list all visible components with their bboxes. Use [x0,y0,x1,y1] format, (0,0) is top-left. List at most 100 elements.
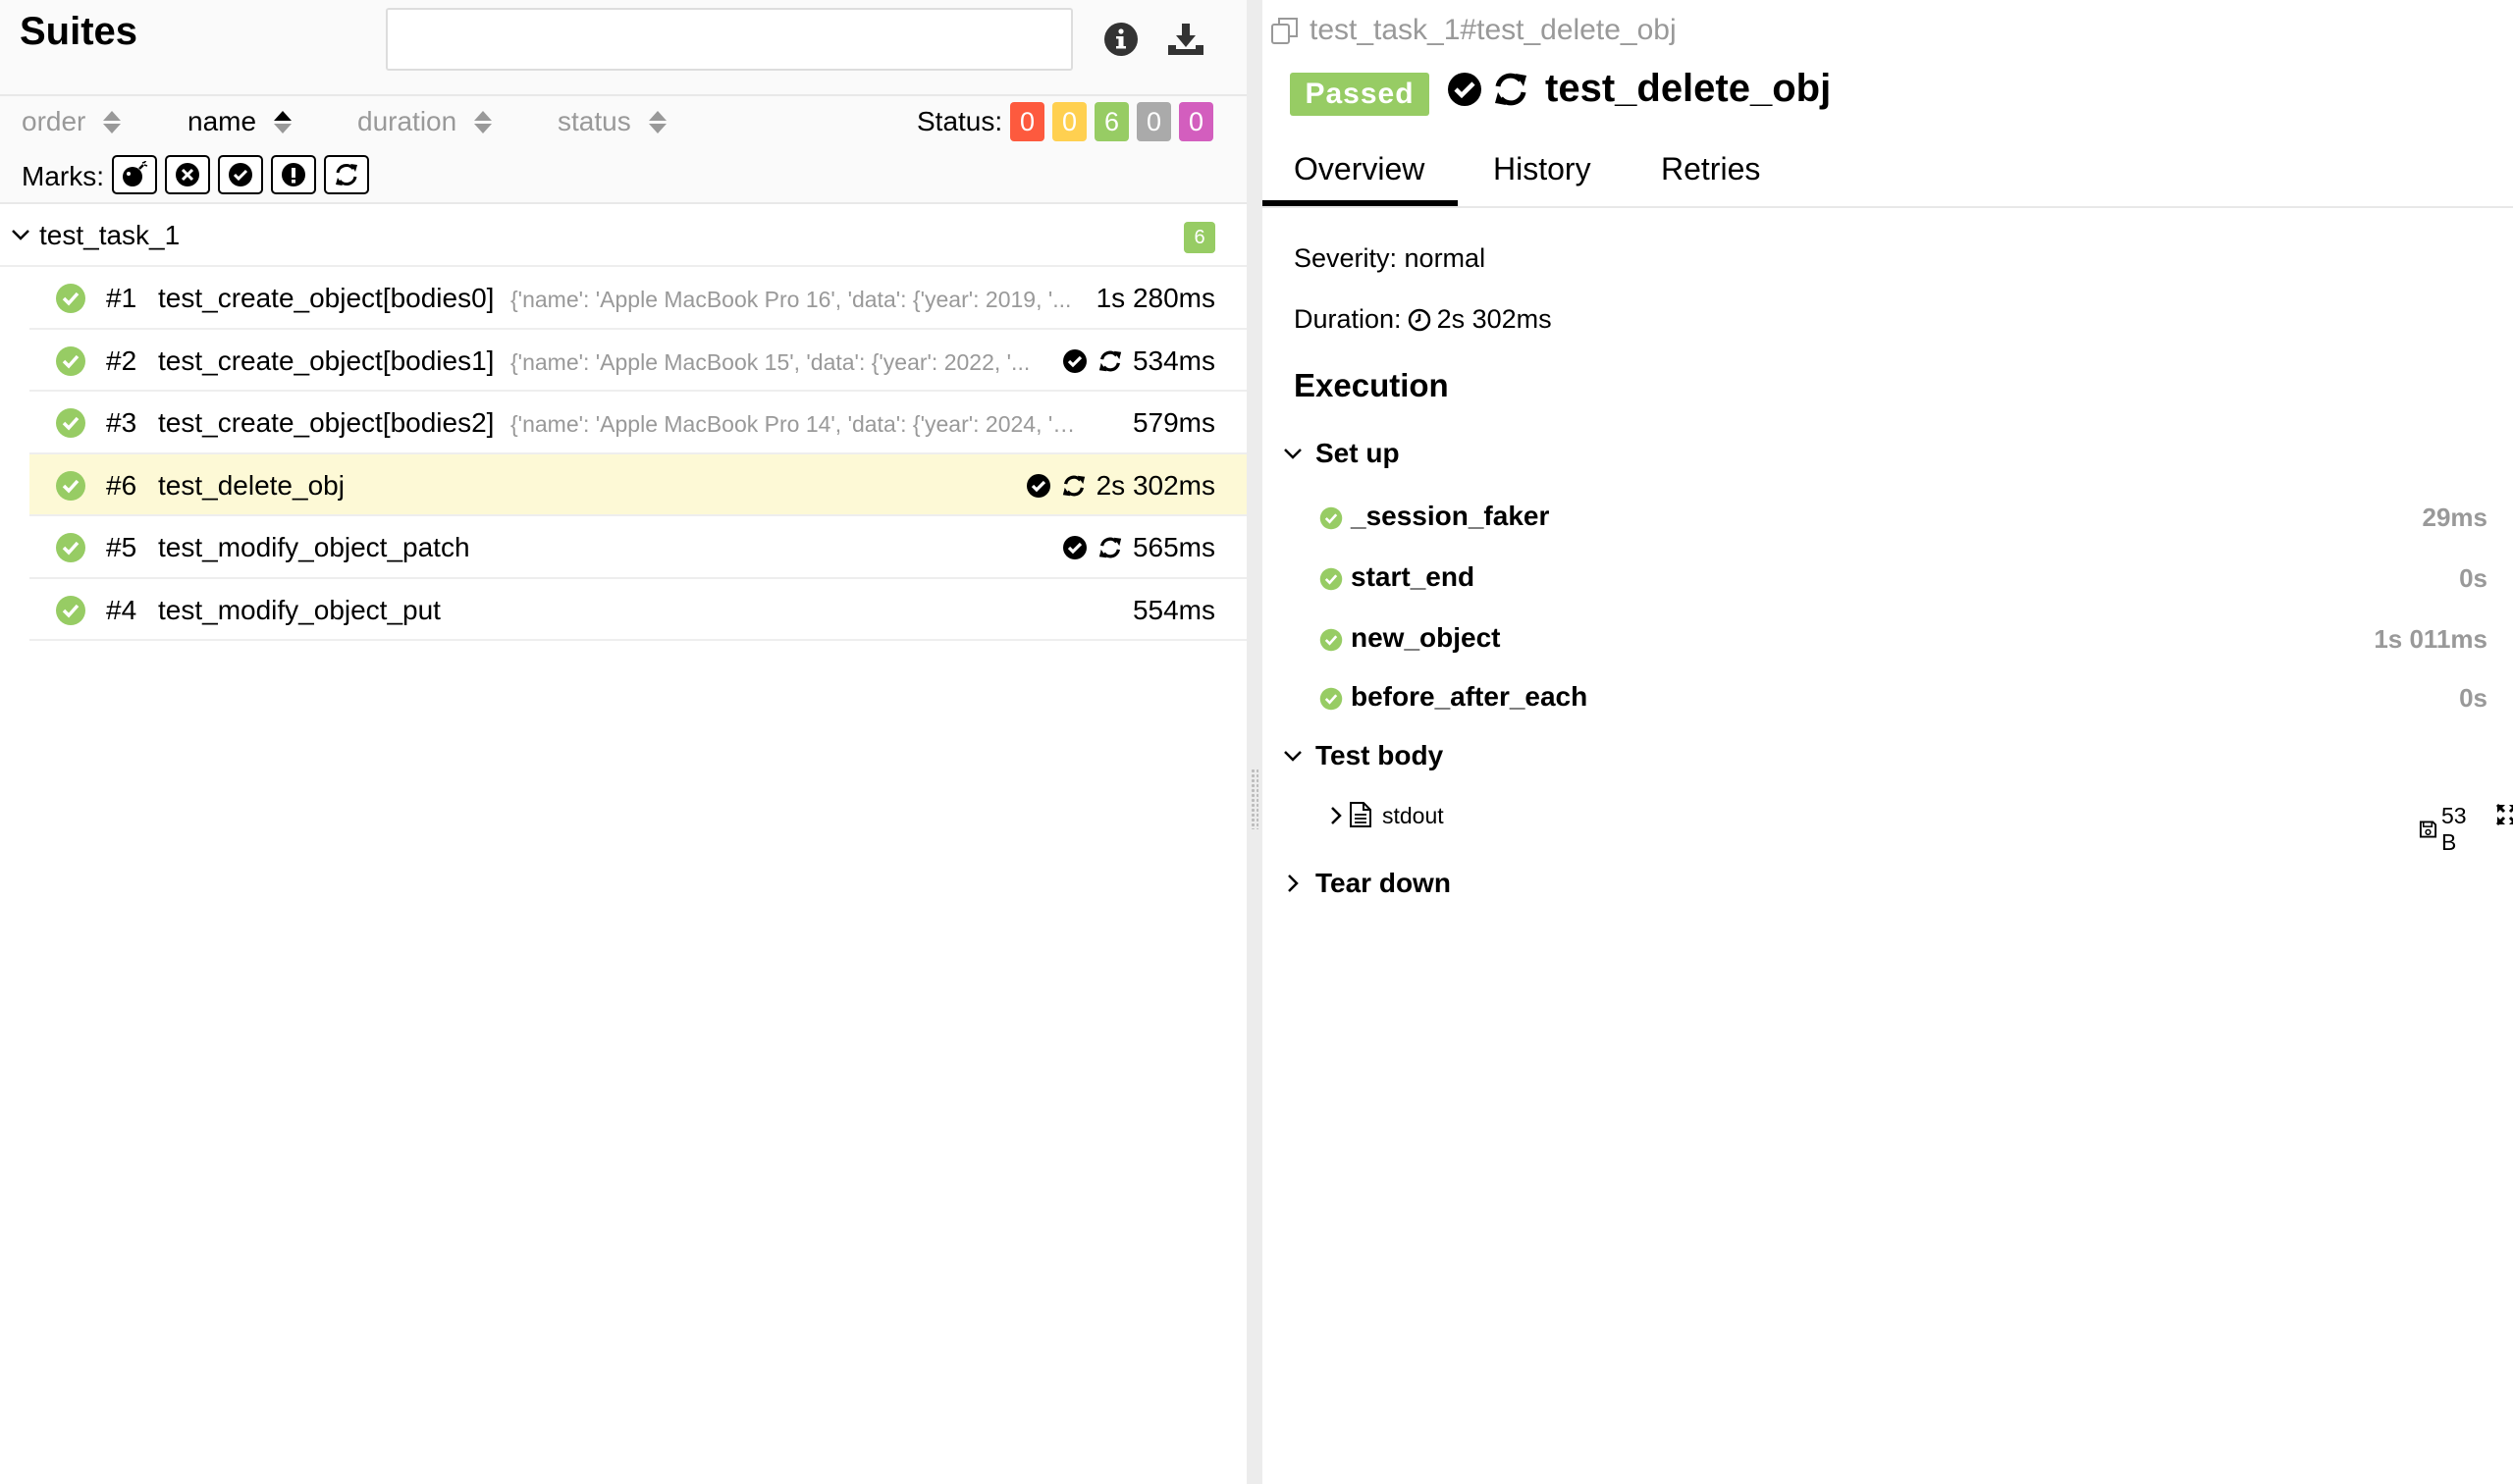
new-failed-mark-toggle[interactable] [165,155,210,194]
test-order-number: #4 [106,594,137,625]
tab-history[interactable]: History [1493,151,1591,187]
attachment-size: 53 B [2419,803,2486,856]
teardown-label: Tear down [1315,868,1451,898]
passed-mark-icon [1062,348,1088,374]
setup-section-toggle[interactable]: Set up [1282,438,1400,469]
flaky-icon [123,161,148,186]
new-failed-icon [176,163,199,186]
test-name: test_create_object[bodies2] [158,407,495,438]
testbody-section-toggle[interactable]: Test body [1282,740,1443,771]
suites-header: Suites order name duration status Status… [0,0,1247,204]
test-meta: 579ms [1133,407,1215,439]
new-passed-mark-toggle[interactable] [218,155,263,194]
expand-icon[interactable] [2495,803,2513,826]
retries-icon [1097,535,1123,560]
setup-step-row[interactable]: new_object 1s 011ms [1319,620,2487,660]
test-title-row: test_delete_obj [1447,67,1831,111]
status-skipped-toggle[interactable]: 0 [1137,102,1171,141]
status-passed-toggle[interactable]: 6 [1095,102,1129,141]
passed-mark-icon [1062,535,1088,560]
copy-icon[interactable] [1270,16,1300,45]
pane-splitter[interactable] [1247,0,1262,1484]
download-icon[interactable] [1164,18,1207,61]
test-row[interactable]: #2 test_create_object[bodies1] {'name': 'A… [29,330,1247,392]
attachment-row[interactable]: stdout 53 B [1327,797,2513,855]
test-meta: 2s 302ms [1026,470,1215,502]
sort-arrows-icon [274,110,293,133]
test-detail-pane: test_task_1#test_delete_obj Passed test_… [1261,0,2513,1484]
retries-status-change-icon [336,164,357,186]
retries-icon [1097,348,1123,374]
document-icon [1350,802,1371,827]
chevron-down-icon [12,230,29,240]
test-duration: 1s 280ms [1096,283,1215,313]
test-order-number: #2 [106,344,137,376]
breadcrumb: test_task_1#test_delete_obj [1270,14,1677,47]
status-failed-toggle[interactable]: 0 [1010,102,1044,141]
setup-step-row[interactable]: _session_faker 29ms [1319,499,2487,538]
passed-status-icon [55,283,86,319]
passed-status-icon [1319,567,1343,596]
duration-label: Duration: [1294,304,1402,334]
test-row[interactable]: #3 test_create_object[bodies2] {'name': 'A… [29,392,1247,454]
chevron-down-icon [1284,449,1302,459]
test-meta: 1s 280ms [1096,283,1215,314]
step-duration: 0s [2459,563,2487,593]
chevron-right-icon [1331,807,1342,824]
step-name: _session_faker [1351,501,1550,531]
sort-label: status [558,106,631,136]
test-duration: 565ms [1132,532,1215,562]
suites-pane: Suites order name duration status Status… [0,0,1247,1484]
status-badge: Passed [1290,73,1429,116]
test-row[interactable]: #4 test_modify_object_put 554ms [29,579,1247,641]
setup-label: Set up [1315,438,1400,468]
sort-label: order [22,106,86,136]
sort-by-status[interactable]: status [558,104,667,139]
test-row[interactable]: #5 test_modify_object_patch 565ms [29,516,1247,579]
severity-text: Severity: normal [1294,243,1486,273]
step-duration: 1s 011ms [2374,624,2487,654]
setup-step-row[interactable]: start_end 0s [1319,559,2487,599]
new-broken-mark-toggle[interactable] [271,155,316,194]
tab-retries[interactable]: Retries [1661,151,1760,187]
teardown-section-toggle[interactable]: Tear down [1282,868,1451,899]
status-unknown-toggle[interactable]: 0 [1179,102,1213,141]
test-row[interactable]: #1 test_create_object[bodies0] {'name': 'A… [29,267,1247,330]
retries-icon [1061,473,1087,499]
test-list: #1 test_create_object[bodies0] {'name': 'A… [29,267,1247,641]
flaky-mark-toggle[interactable] [112,155,157,194]
step-duration: 0s [2459,683,2487,713]
test-row[interactable]: #6 test_delete_obj 2s 302ms [29,453,1247,516]
sort-arrows-icon [648,110,667,133]
detail-tabs: Overview History Retries [1261,143,2513,208]
setup-step-row[interactable]: before_after_each 0s [1319,679,2487,718]
suites-title: Suites [20,10,138,53]
sort-arrows-icon [103,110,122,133]
breadcrumb-text: test_task_1#test_delete_obj [1310,14,1677,46]
status-filter: 0 0 6 0 0 [1010,102,1213,141]
passed-status-icon [55,595,86,631]
suite-group-name: test_task_1 [39,220,181,250]
suite-group-row[interactable]: test_task_1 6 [0,206,1247,267]
passed-status-icon [1319,628,1343,657]
search-input[interactable] [386,8,1073,71]
passed-status-icon [1319,687,1343,716]
sort-by-name[interactable]: name [187,104,293,139]
test-params: {'name': 'Apple MacBook 15', 'data': {'y… [510,348,1031,375]
new-passed-icon [229,163,252,186]
sort-by-duration[interactable]: duration [357,104,493,139]
sort-arrows-icon [474,110,493,133]
status-broken-toggle[interactable]: 0 [1052,102,1087,141]
floppy-disk-icon [2419,821,2437,838]
chevron-right-icon [1288,874,1299,892]
retries-status-change-mark-toggle[interactable] [324,155,369,194]
passed-status-icon [55,345,86,382]
tab-overview[interactable]: Overview [1261,151,1459,206]
info-icon[interactable] [1099,18,1143,61]
sort-label: duration [357,106,457,136]
sort-by-order[interactable]: order [22,104,122,139]
status-filter-label: Status: [917,106,1003,136]
test-order-number: #5 [106,532,137,562]
test-order-number: #3 [106,407,137,438]
test-name: test_delete_obj [158,469,345,501]
